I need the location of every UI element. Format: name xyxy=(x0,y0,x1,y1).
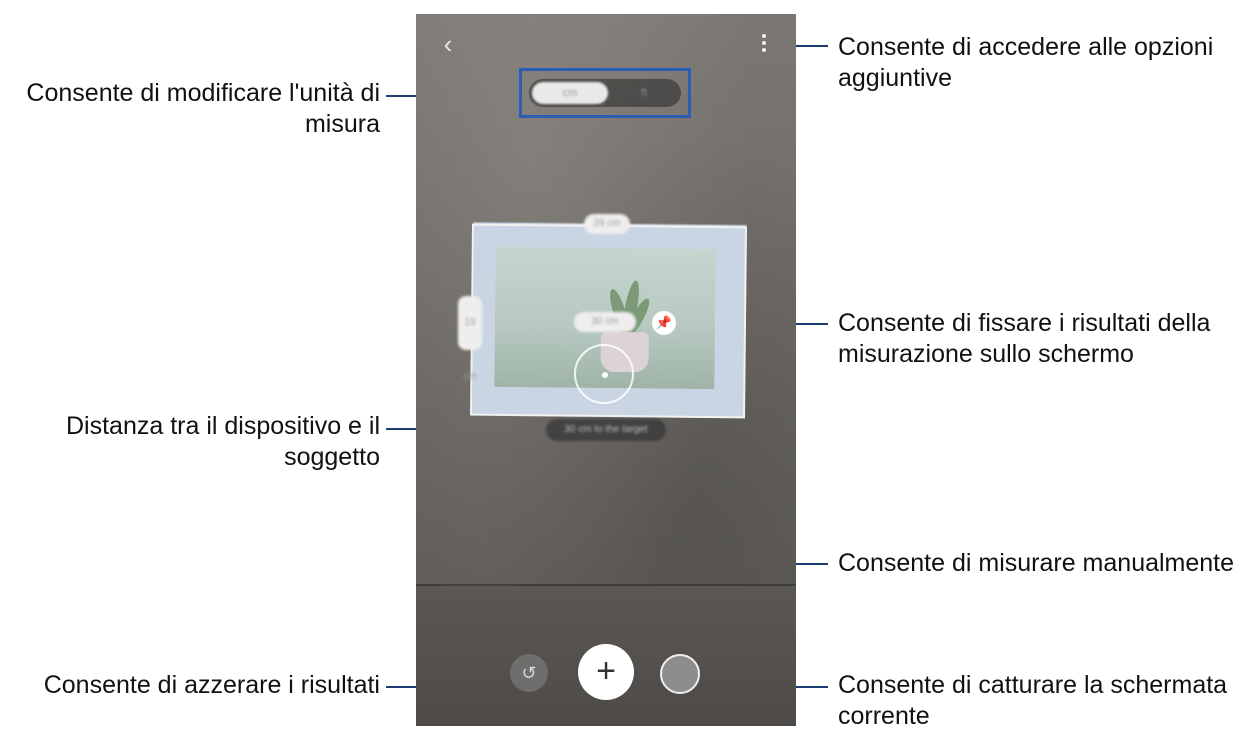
callout-manual: Consente di misurare manualmente xyxy=(838,549,1235,577)
measure-target-ring xyxy=(574,344,634,404)
pin-icon[interactable]: 📌 xyxy=(652,311,676,335)
callout-pin: Consente di fissare i risultati della mi… xyxy=(838,309,1211,368)
reset-button[interactable]: ↺ xyxy=(510,654,548,692)
distance-label: 30 cm to the target xyxy=(546,419,666,441)
add-measure-button[interactable]: + xyxy=(578,644,634,700)
callout-capture: Consente di catturare la schermata corre… xyxy=(838,671,1228,730)
capture-button[interactable] xyxy=(660,654,700,694)
more-options-icon[interactable] xyxy=(756,32,772,54)
height-measurement-label: 19 cm xyxy=(458,296,482,382)
unit-toggle[interactable]: cm ft xyxy=(529,79,681,107)
unit-toggle-highlight: cm ft xyxy=(519,68,691,118)
callout-reset: Consente di azzerare i risultati xyxy=(43,671,380,699)
callout-distance: Distanza tra il dispositivo e il soggett… xyxy=(65,412,380,471)
unit-option-other[interactable]: ft xyxy=(611,82,677,104)
unit-option-selected[interactable]: cm xyxy=(532,82,608,104)
callout-unit: Consente di modificare l'unità di misura xyxy=(26,79,380,138)
back-icon[interactable]: ‹ xyxy=(436,31,460,57)
target-dot xyxy=(602,372,608,378)
measurement-value-label: 30 cm xyxy=(574,312,636,332)
callout-options: Consente di accedere alle opzioni aggiun… xyxy=(838,33,1214,92)
phone-screen: ‹ cm ft 29 cm 19 cm 30 cm 📌 30 cm to the… xyxy=(416,14,796,726)
width-measurement-label: 29 cm xyxy=(584,214,630,234)
